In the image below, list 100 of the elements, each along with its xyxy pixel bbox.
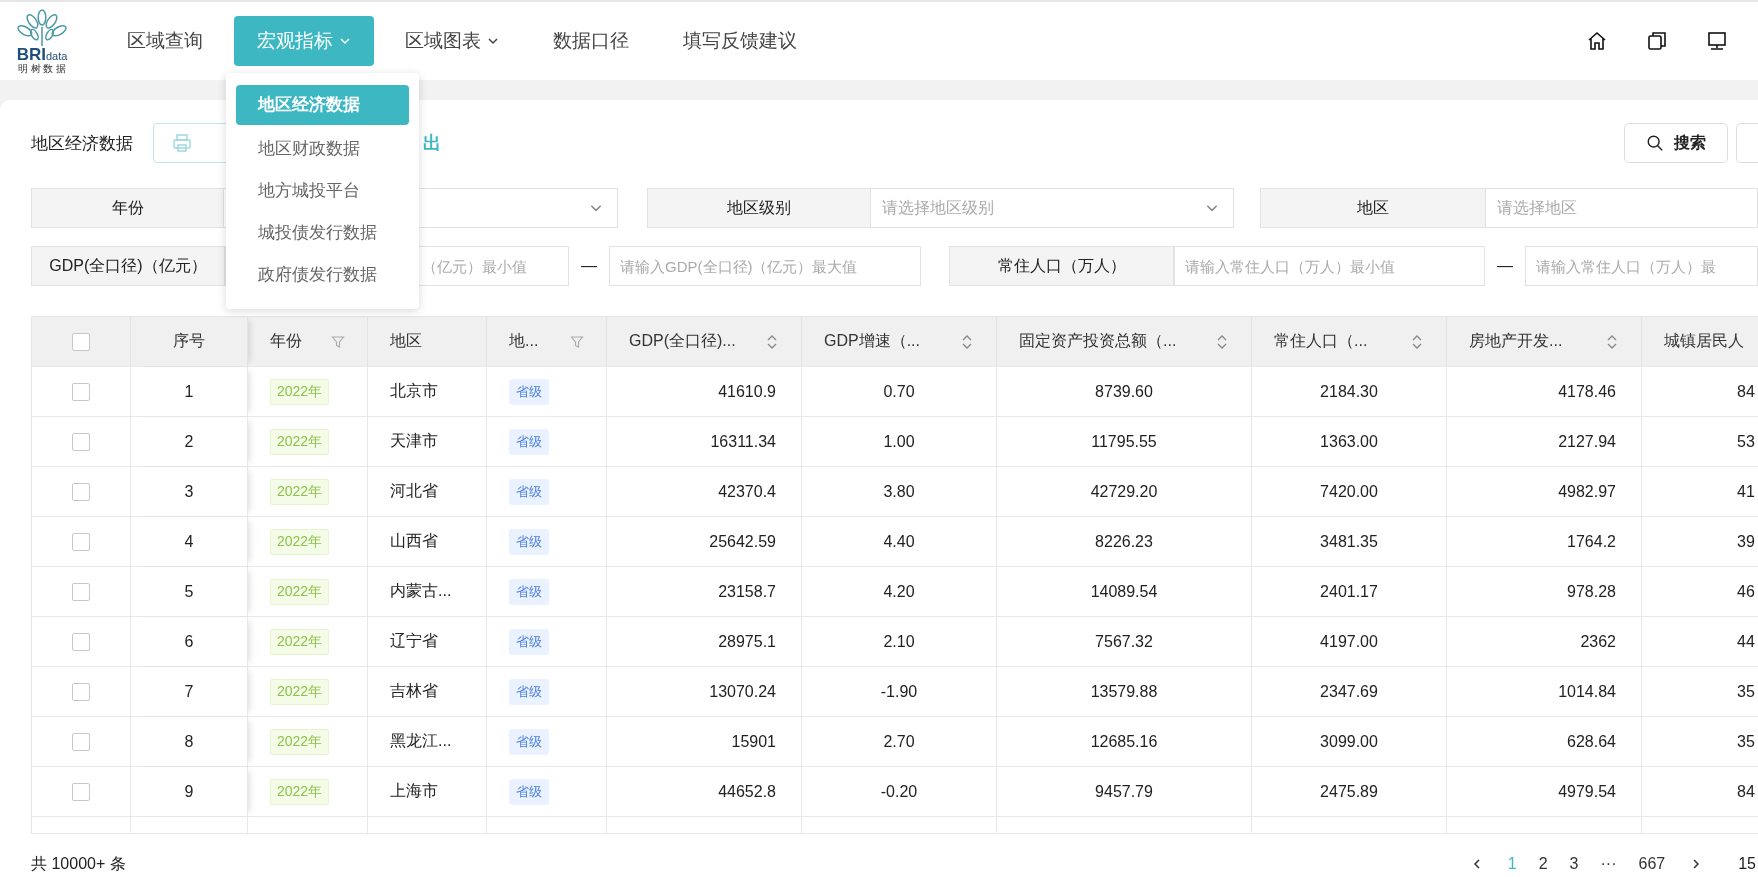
table-cell: 1.00 xyxy=(883,432,915,451)
table-cell: 41610.9 xyxy=(718,382,776,401)
column-header: GDP增速（... xyxy=(824,331,920,351)
year-tag: 2022年 xyxy=(270,728,330,755)
column-header: 固定资产投资总额（... xyxy=(1019,331,1177,351)
table-cell: 14089.54 xyxy=(1090,582,1158,601)
table-cell-text: 天津市 xyxy=(390,431,438,451)
logo-mark: BRI xyxy=(16,46,46,63)
level-tag: 省级 xyxy=(509,578,549,605)
logo-suffix: data xyxy=(45,51,68,62)
level-tag: 省级 xyxy=(509,478,549,505)
table-cell: 0.70 xyxy=(883,382,915,401)
table-cell: -0.20 xyxy=(880,782,918,801)
table-cell: 9457.79 xyxy=(1095,782,1153,801)
year-tag: 2022年 xyxy=(270,378,330,405)
table-cell: 44652.8 xyxy=(718,782,776,801)
year-tag: 2022年 xyxy=(270,478,330,505)
table-cell: 5 xyxy=(184,582,194,601)
table-cell: 9 xyxy=(184,782,194,801)
level-tag: 省级 xyxy=(509,628,549,655)
total-count: 共 10000+ 条 xyxy=(31,853,126,874)
table-cell: 7420.00 xyxy=(1320,482,1378,501)
level-tag: 省级 xyxy=(509,728,549,755)
table-cell: 11795.55 xyxy=(1091,432,1157,451)
table-cell: 2 xyxy=(184,432,194,451)
column-header: 序号 xyxy=(173,331,205,351)
table-cell: 7567.32 xyxy=(1095,632,1153,651)
table-cell: 25642.59 xyxy=(709,532,776,551)
filter-label: 常住人口（万人） xyxy=(949,246,1174,286)
table-cell: 8226.23 xyxy=(1095,532,1153,551)
filter-label: 地区级别 xyxy=(647,188,871,228)
table-cell: 978.28 xyxy=(1567,582,1616,601)
table-cell-text: 北京市 xyxy=(390,381,438,401)
range-dash: — xyxy=(580,257,598,275)
table-cell: 8739.60 xyxy=(1095,382,1153,401)
column-header: 年份 xyxy=(270,331,302,351)
table-cell: 1014.84 xyxy=(1558,682,1616,701)
table-cell: 39 xyxy=(1737,532,1755,551)
table-cell: 13070.24 xyxy=(709,682,776,701)
table-cell-text: 内蒙古... xyxy=(390,581,452,601)
year-tag: 2022年 xyxy=(270,778,330,805)
column-header: 地... xyxy=(509,331,539,351)
table-cell: 42370.4 xyxy=(718,482,776,501)
year-tag: 2022年 xyxy=(270,628,330,655)
table-cell: 53 xyxy=(1737,432,1755,451)
table-cell: 41 xyxy=(1737,482,1755,501)
level-tag: 省级 xyxy=(509,428,549,455)
range-dash: — xyxy=(1496,257,1514,275)
table-cell: 13579.88 xyxy=(1090,682,1158,701)
table-cell: 2362 xyxy=(1580,632,1616,651)
table-cell: 28975.1 xyxy=(718,632,776,651)
table-cell: 16311.34 xyxy=(710,432,776,451)
table-cell: 2184.30 xyxy=(1320,382,1378,401)
table-cell: 8 xyxy=(184,732,194,751)
table-cell: 35 xyxy=(1737,682,1755,701)
table-cell: 3 xyxy=(184,482,194,501)
year-tag: 2022年 xyxy=(270,528,330,555)
table-cell: 3481.35 xyxy=(1320,532,1378,551)
table-cell: 1363.00 xyxy=(1320,432,1378,451)
column-header: 房地产开发... xyxy=(1469,331,1563,351)
table-cell: 1 xyxy=(184,382,194,401)
table-cell: 2.70 xyxy=(883,732,915,751)
table-cell-text: 吉林省 xyxy=(390,681,438,701)
year-tag: 2022年 xyxy=(270,428,330,455)
table-cell-text: 辽宁省 xyxy=(390,631,438,651)
table-cell: 4.40 xyxy=(883,532,915,551)
table-cell: 2347.69 xyxy=(1320,682,1378,701)
level-tag: 省级 xyxy=(509,378,549,405)
level-tag: 省级 xyxy=(509,778,549,805)
table-cell: 3.80 xyxy=(883,482,915,501)
table-cell: 4178.46 xyxy=(1558,382,1616,401)
page-title: 地区经济数据 xyxy=(31,132,133,155)
table-cell: 2401.17 xyxy=(1320,582,1378,601)
table-cell: 23158.7 xyxy=(718,582,776,601)
column-header: 地区 xyxy=(390,331,422,351)
table-cell: 3099.00 xyxy=(1320,732,1378,751)
table-cell: 2475.89 xyxy=(1320,782,1378,801)
column-header: GDP(全口径)... xyxy=(629,331,736,351)
table-cell-text: 河北省 xyxy=(390,481,438,501)
table-cell: 7 xyxy=(184,682,194,701)
table-cell: 46 xyxy=(1737,582,1755,601)
table-cell-text: 黑龙江... xyxy=(390,731,452,751)
table-cell: 2.10 xyxy=(883,632,915,651)
table-cell: 4982.97 xyxy=(1558,482,1616,501)
table-cell: 12685.16 xyxy=(1090,732,1158,751)
filter-label: 地区 xyxy=(1260,188,1486,228)
table-cell: 35 xyxy=(1737,732,1755,751)
table-cell: 42729.20 xyxy=(1090,482,1158,501)
table-cell: 628.64 xyxy=(1567,732,1616,751)
table-cell: 84 xyxy=(1737,782,1755,801)
logo-tagline: 明 树 数 据 xyxy=(17,63,67,74)
filter-label: 年份 xyxy=(31,188,224,228)
table-cell: 2127.94 xyxy=(1558,432,1616,451)
level-tag: 省级 xyxy=(509,528,549,555)
table-cell: 4 xyxy=(184,532,194,551)
level-tag: 省级 xyxy=(509,678,549,705)
table-cell: 84 xyxy=(1737,382,1755,401)
filter-label: GDP(全口径)（亿元） xyxy=(31,246,225,286)
table-cell-text: 山西省 xyxy=(390,531,438,551)
column-header: 常住人口（... xyxy=(1274,331,1368,351)
